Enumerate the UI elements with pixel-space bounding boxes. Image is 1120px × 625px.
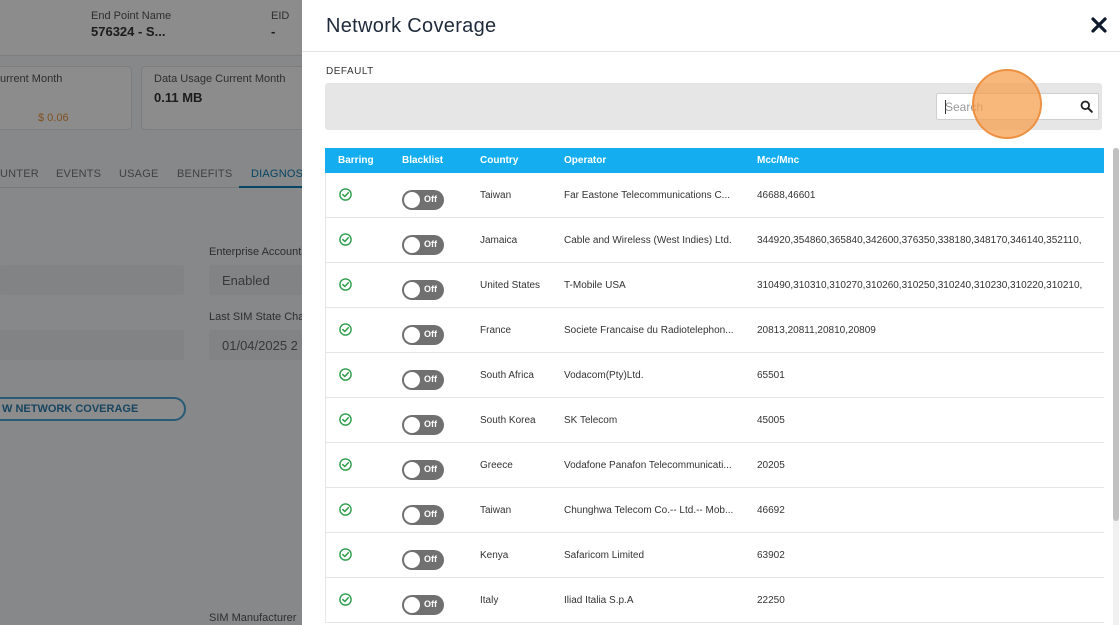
mccmnc-cell: 344920,354860,365840,342600,376350,33818… <box>757 235 1082 246</box>
toggle-knob <box>404 417 420 433</box>
blacklist-toggle[interactable]: Off <box>402 550 444 570</box>
blacklist-toggle[interactable]: Off <box>402 370 444 390</box>
check-circle-icon <box>339 458 352 471</box>
blacklist-toggle[interactable]: Off <box>402 505 444 525</box>
mccmnc-cell: 20813,20811,20810,20809 <box>757 325 876 336</box>
table-row[interactable]: Off United States T-Mobile USA 310490,31031… <box>325 263 1104 308</box>
check-circle-icon <box>339 413 352 426</box>
network-coverage-panel: Network Coverage DEFAULT Barring Blackli… <box>302 0 1120 625</box>
operator-cell: Vodacom(Pty)Ltd. <box>564 370 644 381</box>
table-row[interactable]: Off Taiwan Chunghwa Telecom Co.-- Ltd.-- M… <box>325 488 1104 533</box>
country-cell: France <box>480 325 512 336</box>
toggle-knob <box>404 597 420 613</box>
toggle-knob <box>404 462 420 478</box>
col-blacklist[interactable]: Blacklist <box>402 155 443 166</box>
toggle-label: Off <box>424 239 437 249</box>
operator-cell: Societe Francaise du Radiotelephon... <box>564 325 734 336</box>
check-circle-icon <box>339 323 352 336</box>
toggle-knob <box>404 327 420 343</box>
blacklist-toggle[interactable]: Off <box>402 190 444 210</box>
coverage-table: Barring Blacklist Country Operator Mcc/M… <box>325 148 1104 625</box>
country-cell: Taiwan <box>480 505 512 516</box>
country-cell: South Korea <box>480 415 536 426</box>
operator-cell: Chunghwa Telecom Co.-- Ltd.-- Mob... <box>564 505 734 516</box>
mccmnc-cell: 310490,310310,310270,310260,310250,31024… <box>757 280 1083 291</box>
blacklist-toggle[interactable]: Off <box>402 415 444 435</box>
blacklist-toggle[interactable]: Off <box>402 280 444 300</box>
toggle-knob <box>404 552 420 568</box>
toggle-label: Off <box>424 554 437 564</box>
operator-cell: Far Eastone Telecommunications C... <box>564 190 731 201</box>
panel-divider <box>302 51 1120 52</box>
operator-cell: T-Mobile USA <box>564 280 626 291</box>
operator-cell: Iliad Italia S.p.A <box>564 595 634 606</box>
section-label: DEFAULT <box>326 66 374 77</box>
country-cell: Greece <box>480 460 513 471</box>
mccmnc-cell: 63902 <box>757 550 785 561</box>
table-row[interactable]: Off South Africa Vodacom(Pty)Ltd. 65501 <box>325 353 1104 398</box>
country-cell: South Africa <box>480 370 534 381</box>
toggle-knob <box>404 192 420 208</box>
blacklist-toggle[interactable]: Off <box>402 595 444 615</box>
mccmnc-cell: 65501 <box>757 370 785 381</box>
toggle-knob <box>404 372 420 388</box>
country-cell: United States <box>480 280 541 291</box>
country-cell: Jamaica <box>480 235 518 246</box>
check-circle-icon <box>339 503 352 516</box>
table-row[interactable]: Off South Korea SK Telecom 45005 <box>325 398 1104 443</box>
toggle-label: Off <box>424 284 437 294</box>
panel-title: Network Coverage <box>326 15 497 37</box>
scrollbar-thumb[interactable] <box>1113 148 1119 521</box>
col-country[interactable]: Country <box>480 155 518 166</box>
toggle-label: Off <box>424 599 437 609</box>
mccmnc-cell: 45005 <box>757 415 785 426</box>
blacklist-toggle[interactable]: Off <box>402 460 444 480</box>
mccmnc-cell: 46688,46601 <box>757 190 816 201</box>
country-cell: Kenya <box>480 550 509 561</box>
blacklist-toggle[interactable]: Off <box>402 235 444 255</box>
toggle-label: Off <box>424 464 437 474</box>
operator-cell: Cable and Wireless (West Indies) Ltd. <box>564 235 732 246</box>
table-row[interactable]: Off Greece Vodafone Panafon Telecommunicat… <box>325 443 1104 488</box>
check-circle-icon <box>339 548 352 561</box>
col-barring[interactable]: Barring <box>338 155 374 166</box>
search-icon[interactable] <box>1080 100 1093 113</box>
modal-overlay[interactable] <box>0 0 302 625</box>
blacklist-toggle[interactable]: Off <box>402 325 444 345</box>
toggle-label: Off <box>424 374 437 384</box>
country-cell: Taiwan <box>480 190 512 201</box>
toggle-knob <box>404 282 420 298</box>
mccmnc-cell: 22250 <box>757 595 785 606</box>
toggle-knob <box>404 507 420 523</box>
toggle-label: Off <box>424 509 437 519</box>
table-row[interactable]: Off Jamaica Cable and Wireless (West Indie… <box>325 218 1104 263</box>
toggle-knob <box>404 237 420 253</box>
toggle-label: Off <box>424 194 437 204</box>
toggle-label: Off <box>424 419 437 429</box>
col-operator[interactable]: Operator <box>564 155 606 166</box>
table-scrollbar[interactable] <box>1113 148 1119 625</box>
text-caret <box>945 100 946 114</box>
check-circle-icon <box>339 278 352 291</box>
table-header: Barring Blacklist Country Operator Mcc/M… <box>325 148 1104 173</box>
country-cell: Italy <box>480 595 499 606</box>
check-circle-icon <box>339 233 352 246</box>
table-row[interactable]: Off France Societe Francaise du Radiotelep… <box>325 308 1104 353</box>
col-mccmnc[interactable]: Mcc/Mnc <box>757 155 799 166</box>
table-row[interactable]: Off Kenya Safaricom Limited 63902 <box>325 533 1104 578</box>
mccmnc-cell: 46692 <box>757 505 785 516</box>
mccmnc-cell: 20205 <box>757 460 785 471</box>
operator-cell: Safaricom Limited <box>564 550 645 561</box>
close-icon[interactable] <box>1088 14 1110 36</box>
table-row[interactable]: Off Taiwan Far Eastone Telecommunications … <box>325 173 1104 218</box>
operator-cell: SK Telecom <box>564 415 618 426</box>
check-circle-icon <box>339 593 352 606</box>
operator-cell: Vodafone Panafon Telecommunicati... <box>564 460 732 471</box>
check-circle-icon <box>339 368 352 381</box>
table-row[interactable]: Off Italy Iliad Italia S.p.A 22250 <box>325 578 1104 623</box>
toggle-label: Off <box>424 329 437 339</box>
click-highlight-marker <box>972 69 1042 139</box>
check-circle-icon <box>339 188 352 201</box>
